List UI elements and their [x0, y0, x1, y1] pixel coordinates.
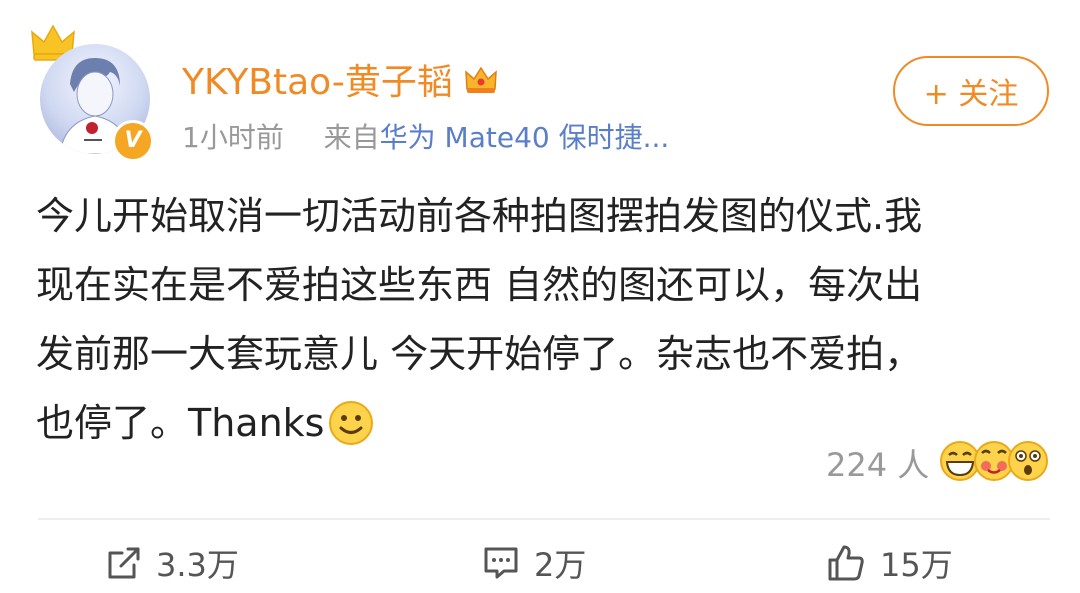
source-link[interactable]: 华为 Mate40 保时捷...: [380, 121, 670, 154]
post-line: 发前那一大套玩意儿 今天开始停了。杂志也不爱拍，: [36, 332, 923, 376]
post-meta: 1小时前 来自华为 Mate40 保时捷...: [182, 116, 669, 156]
like-button[interactable]: 15万: [826, 540, 953, 586]
comment-button[interactable]: 2万: [482, 540, 586, 586]
verified-badge-icon: V: [112, 120, 154, 162]
repost-button[interactable]: 3.3万: [106, 540, 239, 586]
username[interactable]: YKYBtao-黄子韬: [182, 53, 499, 105]
source-prefix: 来自: [323, 121, 380, 154]
smile-emoji-icon: [329, 401, 374, 445]
crown-icon: [465, 66, 497, 93]
username-text[interactable]: YKYBtao-黄子韬: [182, 53, 453, 105]
reaction-count[interactable]: 224 人: [826, 440, 929, 486]
reaction-emojis[interactable]: [938, 437, 1050, 485]
love-emoji-icon: [974, 441, 1014, 481]
repost-icon: [108, 547, 140, 579]
thumbs-up-icon: [828, 545, 864, 581]
grin-emoji-icon: [940, 441, 980, 481]
like-count: 15万: [880, 546, 953, 584]
post-line: 今儿开始取消一切活动前各种拍图摆拍发图的仪式.我: [36, 194, 923, 238]
post-line: 现在实在是不爱拍这些东西 自然的图还可以，每次出: [36, 263, 923, 307]
comment-icon: [484, 547, 518, 579]
divider: [38, 518, 1050, 520]
comment-count: 2万: [534, 546, 587, 584]
post-text: 今儿开始取消一切活动前各种拍图摆拍发图的仪式.我 现在实在是不爱拍这些东西 自然…: [36, 182, 1046, 458]
post-line: 也停了。Thanks: [36, 401, 325, 445]
follow-button[interactable]: + 关注: [893, 56, 1049, 126]
surprised-emoji-icon: [1008, 441, 1048, 481]
post-time: 1小时前: [182, 121, 284, 154]
repost-count: 3.3万: [156, 546, 239, 584]
